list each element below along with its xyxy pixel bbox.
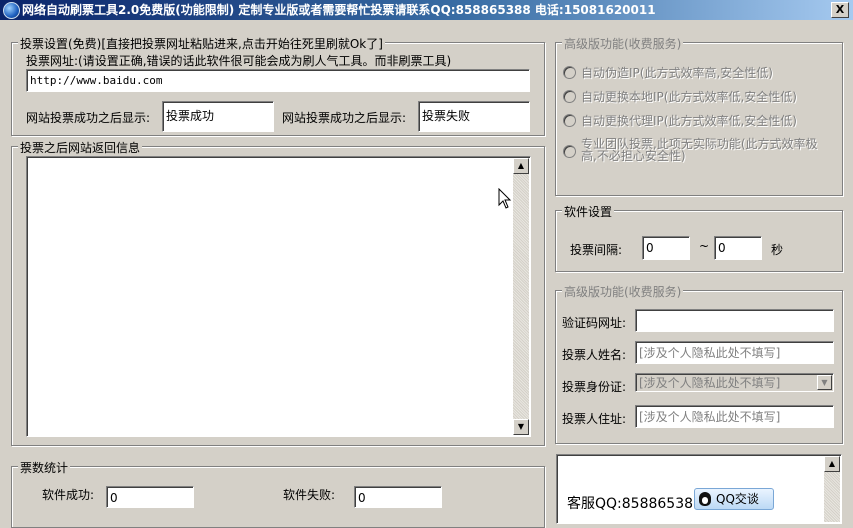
fail-count-label: 软件失败: xyxy=(283,488,336,502)
support-scroll-up-button[interactable]: ▲ xyxy=(824,456,840,472)
premium-options-legend: 高级版功能(收费服务) xyxy=(562,35,684,52)
success-text-input[interactable]: 投票成功 xyxy=(162,101,274,132)
radio-local-ip[interactable] xyxy=(563,90,576,103)
radio-team-vote-label: 专业团队投票,此项无实际功能(此方式效率极高,不必担心安全性) xyxy=(581,137,818,163)
close-button[interactable]: X xyxy=(831,2,849,18)
window-title: 网络自动刷票工具2.0免费版(功能限制) 定制专业版或者需要帮忙投票请联系QQ:… xyxy=(22,3,656,17)
vote-url-label: 投票网址:(请设置正确,错误的话此软件很可能会成为刷人气工具。而非刷票工具) xyxy=(26,54,452,68)
radio-team-vote[interactable] xyxy=(563,145,576,158)
voter-name-input[interactable]: [涉及个人隐私此处不填写] xyxy=(635,341,834,364)
qq-penguin-icon xyxy=(699,492,711,506)
radio-fake-ip-label: 自动伪造IP(此方式效率高,安全性低) xyxy=(581,66,773,80)
globe-icon xyxy=(3,2,20,19)
captcha-url-input[interactable] xyxy=(635,309,834,332)
support-scrollbar[interactable]: ▲ xyxy=(824,456,840,522)
radio-proxy-ip[interactable] xyxy=(563,114,576,127)
stats-legend: 票数统计 xyxy=(18,459,71,476)
response-textarea[interactable]: ▲ ▼ xyxy=(26,156,531,437)
voter-name-label: 投票人姓名: xyxy=(562,348,627,362)
chevron-down-icon[interactable]: ▼ xyxy=(817,375,832,390)
interval-min-input[interactable]: 0 xyxy=(642,236,690,260)
fail-text-input[interactable]: 投票失败 xyxy=(418,101,530,132)
premium-fields-legend: 高级版功能(收费服务) xyxy=(562,283,684,300)
radio-fake-ip[interactable] xyxy=(563,66,576,79)
software-settings-legend: 软件设置 xyxy=(562,203,615,220)
support-qq-text: 客服QQ:858865388 xyxy=(567,496,702,512)
title-bar: 网络自动刷票工具2.0免费版(功能限制) 定制专业版或者需要帮忙投票请联系QQ:… xyxy=(0,0,853,20)
qq-chat-button[interactable]: QQ交谈 xyxy=(694,488,774,510)
interval-tilde: ~ xyxy=(699,239,710,253)
captcha-url-label: 验证码网址: xyxy=(562,316,627,330)
interval-label: 投票间隔: xyxy=(570,243,623,257)
response-scrollbar[interactable]: ▲ ▼ xyxy=(513,158,529,435)
voter-id-select[interactable]: [涉及个人隐私此处不填写] ▼ xyxy=(635,373,834,392)
seconds-unit: 秒 xyxy=(771,243,784,257)
success-text-label: 网站投票成功之后显示: xyxy=(26,111,151,125)
fail-text-label: 网站投票成功之后显示: xyxy=(282,111,407,125)
scroll-up-button[interactable]: ▲ xyxy=(513,158,529,174)
success-count-field: 0 xyxy=(106,486,194,508)
radio-local-ip-label: 自动更换本地IP(此方式效率低,安全性低) xyxy=(581,90,797,104)
success-count-label: 软件成功: xyxy=(42,488,95,502)
interval-max-input[interactable]: 0 xyxy=(714,236,762,260)
qq-chat-label: QQ交谈 xyxy=(716,492,759,506)
voter-address-input[interactable]: [涉及个人隐私此处不填写] xyxy=(635,405,834,428)
voter-id-value: [涉及个人隐私此处不填写] xyxy=(639,376,781,390)
vote-settings-legend: 投票设置(免费)[直接把投票网址粘贴进来,点击开始往死里刷就Ok了] xyxy=(18,35,385,52)
fail-count-field: 0 xyxy=(354,486,442,508)
response-legend: 投票之后网站返回信息 xyxy=(18,139,143,156)
vote-url-input[interactable]: http://www.baidu.com xyxy=(26,69,530,92)
voter-address-label: 投票人住址: xyxy=(562,412,627,426)
scroll-down-button[interactable]: ▼ xyxy=(513,419,529,435)
mouse-pointer-icon xyxy=(498,188,512,209)
voter-id-label: 投票身份证: xyxy=(562,380,627,394)
radio-proxy-ip-label: 自动更换代理IP(此方式效率低,安全性低) xyxy=(581,114,797,128)
